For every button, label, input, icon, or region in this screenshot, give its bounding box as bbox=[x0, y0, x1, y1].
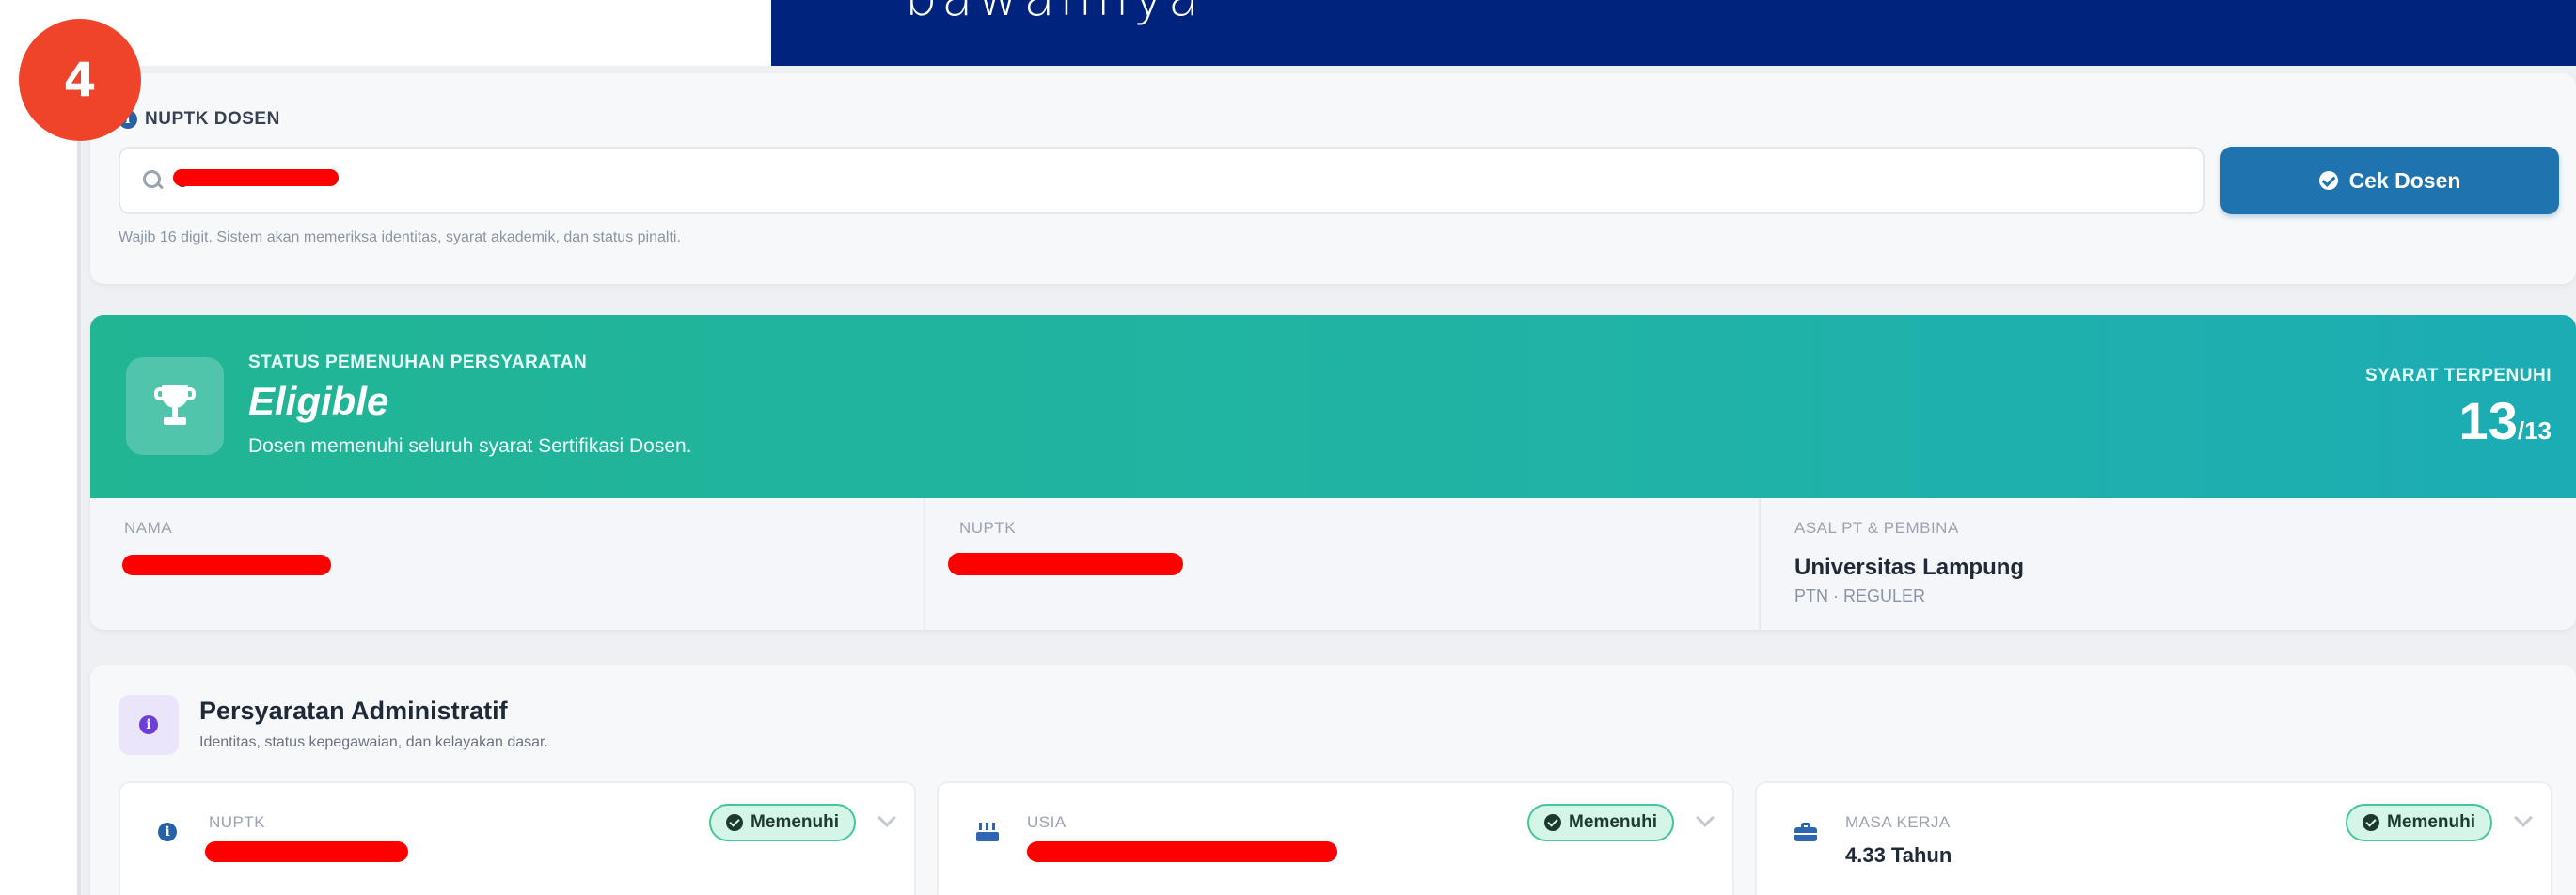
search-label: i NUPTK DOSEN bbox=[119, 109, 280, 130]
search-card: i NUPTK DOSEN Cek Dosen Wajib 16 digit. … bbox=[90, 73, 2576, 284]
banner-text: bawahnya bbox=[905, 0, 1204, 27]
left-gutter bbox=[0, 66, 77, 895]
page: bawahnya 4 i NUPTK DOSEN Cek Dosen Wajib… bbox=[0, 0, 2576, 895]
search-icon bbox=[143, 170, 164, 191]
redaction-mark bbox=[173, 169, 339, 186]
profile-nuptk: NUPTK bbox=[925, 498, 1761, 630]
status-card: STATUS PEMENUHAN PERSYARATAN Eligible Do… bbox=[90, 315, 2576, 630]
redaction-mark bbox=[122, 555, 331, 575]
status-badge: Memenuhi bbox=[2346, 804, 2492, 841]
requirement-item-nuptk[interactable]: i NUPTK Memenuhi bbox=[119, 781, 916, 895]
syarat-label: SYARAT TERPENUHI bbox=[2364, 366, 2552, 385]
cake-icon bbox=[976, 823, 999, 841]
admin-requirements-card: i Persyaratan Administratif Identitas, s… bbox=[90, 665, 2576, 895]
nuptk-label: NUPTK bbox=[959, 519, 1017, 537]
asal-sub: PTN · REGULER bbox=[1794, 587, 1926, 605]
status-badge: Memenuhi bbox=[1527, 804, 1674, 841]
admin-subtitle: Identitas, status kepegawaian, dan kelay… bbox=[199, 734, 548, 750]
status-title: Eligible bbox=[248, 379, 389, 423]
trophy-box bbox=[126, 357, 224, 455]
nuptk-search-input[interactable] bbox=[177, 168, 2203, 193]
status-description: Dosen memenuhi seluruh syarat Sertifikas… bbox=[248, 435, 692, 457]
info-icon: i bbox=[139, 715, 158, 734]
nama-label: NAMA bbox=[124, 519, 173, 537]
redaction-mark bbox=[205, 841, 408, 862]
check-circle-icon bbox=[2318, 171, 2338, 190]
briefcase-icon bbox=[1794, 823, 1817, 841]
search-help-text: Wajib 16 digit. Sistem akan memeriksa id… bbox=[119, 229, 681, 245]
chevron-down-icon[interactable] bbox=[2514, 809, 2533, 827]
search-label-text: NUPTK DOSEN bbox=[145, 109, 280, 129]
status-badge-label: Memenuhi bbox=[751, 812, 839, 832]
admin-icon-box: i bbox=[119, 695, 179, 755]
step-number-badge: 4 bbox=[19, 19, 141, 141]
trophy-icon bbox=[154, 384, 196, 429]
check-circle-icon bbox=[726, 814, 744, 831]
redaction-mark bbox=[948, 553, 1183, 575]
asal-value: Universitas Lampung bbox=[1794, 555, 2025, 580]
cek-dosen-button[interactable]: Cek Dosen bbox=[2220, 147, 2559, 214]
requirement-label: USIA bbox=[1027, 813, 1067, 831]
profile-asal-pt: ASAL PT & PEMBINA Universitas Lampung PT… bbox=[1761, 498, 2576, 630]
syarat-count-total: /13 bbox=[2517, 416, 2552, 445]
gutter-divider bbox=[77, 66, 81, 895]
title-banner: bawahnya bbox=[771, 0, 2576, 66]
status-eyebrow: STATUS PEMENUHAN PERSYARATAN bbox=[248, 353, 588, 372]
asal-label: ASAL PT & PEMBINA bbox=[1794, 519, 1959, 537]
redaction-mark bbox=[1027, 841, 1337, 862]
search-field[interactable] bbox=[119, 147, 2205, 214]
check-circle-icon bbox=[2363, 814, 2380, 831]
status-badge: Memenuhi bbox=[709, 804, 856, 841]
status-badge-label: Memenuhi bbox=[2387, 812, 2475, 832]
requirement-item-masa-kerja[interactable]: MASA KERJA 4.33 Tahun Memenuhi bbox=[1755, 781, 2552, 895]
profile-nama: NAMA bbox=[90, 498, 925, 630]
profile-info-row: NAMA NUPTK ASAL PT & PEMBINA Universitas… bbox=[90, 498, 2576, 630]
cek-dosen-label: Cek Dosen bbox=[2348, 167, 2461, 193]
requirement-item-usia[interactable]: USIA Memenuhi bbox=[937, 781, 1734, 895]
admin-title: Persyaratan Administratif bbox=[199, 697, 508, 725]
status-badge-label: Memenuhi bbox=[1569, 812, 1657, 832]
check-circle-icon bbox=[1544, 814, 1562, 831]
syarat-count-number: 13 bbox=[2458, 391, 2518, 450]
requirement-label: MASA KERJA bbox=[1845, 813, 1951, 831]
chevron-down-icon[interactable] bbox=[877, 809, 896, 827]
chevron-down-icon[interactable] bbox=[1696, 809, 1715, 827]
info-icon: i bbox=[158, 823, 177, 841]
requirement-value: 4.33 Tahun bbox=[1845, 843, 1952, 867]
status-hero: STATUS PEMENUHAN PERSYARATAN Eligible Do… bbox=[90, 315, 2576, 498]
syarat-count: 13 /13 bbox=[2459, 390, 2552, 451]
requirement-label: NUPTK bbox=[209, 813, 266, 831]
